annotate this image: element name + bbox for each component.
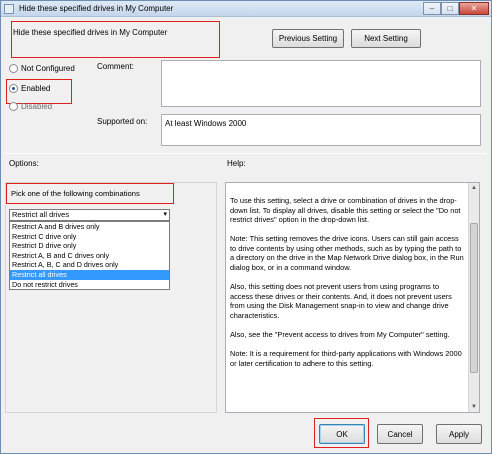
dropdown-option[interactable]: Restrict A, B, C and D drives only (10, 260, 169, 270)
help-text: To use this setting, select a drive or c… (230, 196, 464, 378)
help-paragraph: To use this setting, select a drive or c… (230, 196, 461, 225)
enabled-label: Enabled (21, 84, 51, 93)
not-configured-option[interactable]: Not Configured (9, 64, 75, 73)
dropdown-option[interactable]: Restrict A, B and C drives only (10, 251, 169, 261)
window-controls: – □ ✕ (423, 2, 489, 15)
dropdown-option[interactable]: Do not restrict drives (10, 280, 169, 290)
options-label: Options: (9, 159, 39, 168)
select-value: Restrict all drives (12, 210, 70, 219)
cancel-button[interactable]: Cancel (377, 424, 423, 444)
help-paragraph: Note: It is a requirement for third-part… (230, 349, 462, 368)
apply-button[interactable]: Apply (436, 424, 482, 444)
help-paragraph: Note: This setting removes the drive ico… (230, 234, 464, 273)
disabled-option[interactable]: Disabled (9, 102, 52, 111)
maximize-button[interactable]: □ (441, 2, 459, 15)
help-paragraph: Also, see the "Prevent access to drives … (230, 330, 450, 340)
policy-title-highlight (11, 21, 220, 58)
disabled-label: Disabled (21, 102, 53, 111)
close-button[interactable]: ✕ (459, 2, 489, 15)
options-prompt: Pick one of the following combinations (11, 189, 140, 198)
enabled-option[interactable]: Enabled (9, 84, 50, 93)
supported-on-field: At least Windows 2000 (161, 114, 481, 146)
drive-restriction-select[interactable]: Restrict all drives ▾ (9, 209, 170, 221)
not-configured-label: Not Configured (21, 64, 75, 73)
drive-restriction-dropdown-list: Restrict A and B drives only Restrict C … (9, 221, 170, 291)
dropdown-option-selected[interactable]: Restrict all drives (10, 269, 169, 280)
title-bar[interactable]: Hide these specified drives in My Comput… (1, 1, 491, 17)
dropdown-option[interactable]: Restrict A and B drives only (10, 222, 169, 232)
minimize-button[interactable]: – (423, 2, 441, 15)
previous-setting-button[interactable]: Previous Setting (272, 29, 344, 48)
supported-on-label: Supported on: (97, 117, 148, 126)
enabled-radio[interactable] (9, 84, 18, 93)
comment-label: Comment: (97, 62, 134, 71)
help-panel[interactable]: To use this setting, select a drive or c… (225, 182, 480, 413)
dropdown-option[interactable]: Restrict C drive only (10, 232, 169, 242)
policy-dialog-window: Hide these specified drives in My Comput… (0, 0, 492, 454)
dropdown-option[interactable]: Restrict D drive only (10, 241, 169, 251)
help-scrollbar[interactable]: ▲ ▼ (468, 183, 479, 412)
help-paragraph: Also, this setting does not prevent user… (230, 282, 452, 320)
help-label: Help: (227, 159, 246, 168)
ok-button[interactable]: OK (319, 424, 365, 444)
scroll-down-arrow-icon[interactable]: ▼ (469, 402, 479, 412)
policy-icon (4, 4, 14, 14)
scrollbar-thumb[interactable] (470, 223, 478, 373)
comment-field[interactable] (161, 60, 481, 107)
window-title: Hide these specified drives in My Comput… (19, 4, 174, 13)
next-setting-button[interactable]: Next Setting (351, 29, 421, 48)
scroll-up-arrow-icon[interactable]: ▲ (469, 183, 479, 193)
disabled-radio[interactable] (9, 102, 18, 111)
section-divider (5, 153, 487, 154)
chevron-down-icon[interactable]: ▾ (163, 210, 167, 220)
not-configured-radio[interactable] (9, 64, 18, 73)
policy-title: Hide these specified drives in My Comput… (13, 28, 168, 37)
supported-on-value: At least Windows 2000 (165, 119, 247, 128)
